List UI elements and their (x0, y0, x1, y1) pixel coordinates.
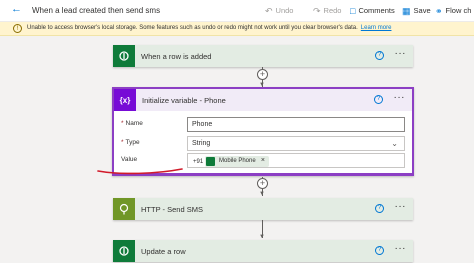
command-bar: ← When a lead created then send sms ↶ Und… (0, 0, 474, 22)
required-marker: * (121, 120, 124, 127)
back-arrow-icon[interactable]: ← (11, 3, 22, 15)
update-row-card[interactable]: Update a row ? ··· (113, 240, 413, 262)
flow-title: When a lead created then send sms (32, 6, 161, 15)
name-label-text: Name (125, 120, 143, 127)
undo-button[interactable]: ↶ Undo (265, 6, 293, 17)
name-label: * Name (121, 120, 143, 127)
warning-icon: ! (13, 24, 22, 33)
trigger-title: When a row is added (141, 52, 212, 61)
flow-checker-button[interactable]: ⚭ Flow ch (435, 6, 471, 17)
type-dropdown[interactable]: String ⌄ (187, 136, 405, 151)
initialize-variable-header[interactable]: {x} Initialize variable - Phone ? ··· (114, 89, 412, 111)
save-button[interactable]: ▦ Save (402, 6, 431, 17)
more-options-icon[interactable]: ··· (394, 92, 406, 103)
help-icon[interactable]: ? (375, 204, 384, 213)
comments-button[interactable]: □ Comments (350, 6, 395, 16)
arrow-down-icon: ▼ (259, 191, 265, 197)
initialize-variable-title: Initialize variable - Phone (142, 96, 226, 105)
comment-icon: □ (350, 6, 356, 16)
redo-button[interactable]: ↷ Redo (313, 6, 341, 17)
http-title: HTTP - Send SMS (141, 205, 203, 214)
required-marker: * (121, 139, 124, 146)
more-options-icon[interactable]: ··· (395, 48, 407, 59)
http-card[interactable]: HTTP - Send SMS ? ··· (113, 198, 413, 220)
update-row-title: Update a row (141, 247, 186, 256)
comments-label: Comments (358, 6, 395, 15)
trigger-card-header[interactable]: When a row is added ? ··· (113, 45, 413, 67)
value-field[interactable]: +91 Mobile Phone × (187, 153, 405, 168)
variable-icon: {x} (114, 89, 136, 111)
dataverse-icon (113, 45, 135, 67)
update-row-header[interactable]: Update a row ? ··· (113, 240, 413, 262)
help-icon[interactable]: ? (375, 51, 384, 60)
chevron-down-icon: ⌄ (391, 139, 398, 148)
more-options-icon[interactable]: ··· (395, 201, 407, 212)
save-label: Save (413, 6, 431, 15)
remove-token-icon[interactable]: × (261, 157, 265, 164)
type-value: String (192, 140, 211, 147)
token-label: Mobile Phone (219, 158, 256, 164)
warning-text: Unable to access browser's local storage… (27, 25, 391, 31)
flow-checker-label: Flow ch (445, 6, 472, 15)
type-label: * Type (121, 139, 140, 146)
undo-label: Undo (275, 6, 294, 15)
http-globe-icon (113, 198, 135, 220)
type-label-text: Type (125, 139, 140, 146)
more-options-icon[interactable]: ··· (395, 243, 407, 254)
trigger-card[interactable]: When a row is added ? ··· (113, 45, 413, 67)
redo-icon: ↷ (313, 6, 321, 16)
insert-step-button[interactable]: + (257, 69, 268, 80)
dataverse-icon (206, 157, 215, 166)
warning-banner: ! Unable to access browser's local stora… (0, 22, 474, 36)
redo-label: Redo (323, 6, 342, 15)
warning-message: Unable to access browser's local storage… (27, 25, 358, 31)
mobile-phone-token[interactable]: Mobile Phone × (205, 156, 269, 167)
type-row: * Type String ⌄ (114, 136, 412, 152)
undo-icon: ↶ (265, 6, 273, 16)
stethoscope-icon: ⚭ (435, 6, 443, 16)
insert-step-button[interactable]: + (257, 178, 268, 189)
help-icon[interactable]: ? (375, 246, 384, 255)
name-field[interactable]: Phone (187, 117, 405, 132)
initialize-variable-card[interactable]: {x} Initialize variable - Phone ? ··· * N… (112, 87, 414, 176)
name-row: * Name Phone (114, 117, 412, 133)
http-card-header[interactable]: HTTP - Send SMS ? ··· (113, 198, 413, 220)
dataverse-icon (113, 240, 135, 262)
save-icon: ▦ (402, 6, 411, 16)
red-annotation-underline (97, 168, 183, 175)
learn-more-link[interactable]: Learn more (361, 25, 392, 31)
value-label: Value (121, 156, 138, 163)
value-prefix: +91 (193, 159, 204, 165)
help-icon[interactable]: ? (374, 95, 383, 104)
